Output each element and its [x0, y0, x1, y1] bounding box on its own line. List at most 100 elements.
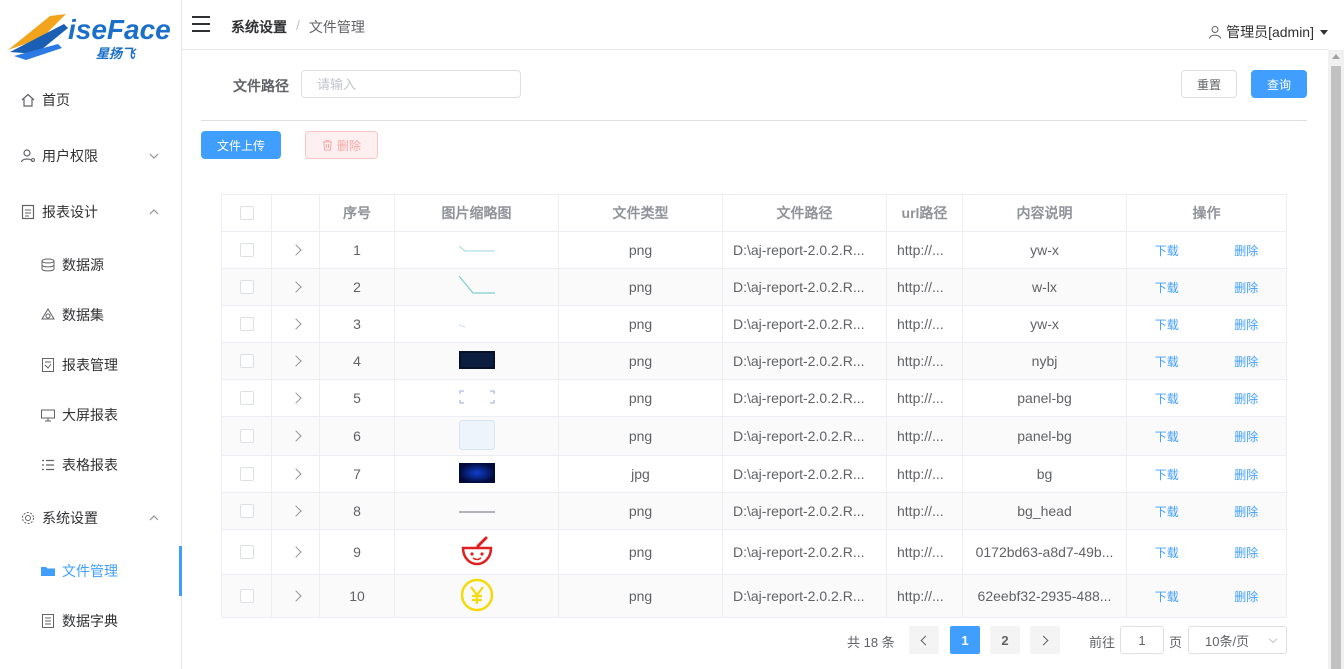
select-all-checkbox[interactable] — [239, 206, 254, 220]
table-row: 4 png D:\aj-report-2.0.2.R... http://... nyb… — [222, 343, 1286, 380]
scroll-up-icon[interactable] — [1332, 54, 1340, 59]
sidebar-item-data-dictionary[interactable]: 数据字典 — [0, 596, 182, 646]
description-cell: panel-bg — [963, 380, 1127, 416]
report-manage-icon — [40, 357, 56, 373]
file-path-input[interactable] — [301, 70, 521, 98]
chevron-right-icon[interactable] — [289, 244, 302, 256]
sidebar-item-home[interactable]: 首页 — [0, 75, 182, 125]
chevron-right-icon[interactable] — [289, 590, 302, 602]
delete-link[interactable]: 删除 — [1234, 466, 1258, 483]
download-link[interactable]: 下载 — [1155, 588, 1179, 605]
thumbnail-image[interactable] — [458, 350, 495, 372]
url-path: http://... — [897, 503, 944, 519]
sidebar-item-datasource[interactable]: 数据源 — [0, 240, 182, 290]
page-size-value: 10条/页 — [1205, 633, 1250, 649]
sidebar-item-big-screen[interactable]: 大屏报表 — [0, 390, 182, 440]
sidebar-item-report-design[interactable]: 报表设计 — [0, 187, 182, 237]
row-checkbox[interactable] — [239, 391, 254, 405]
thumbnail-image[interactable] — [458, 462, 495, 486]
sidebar-item-report-manage[interactable]: 报表管理 — [0, 340, 182, 390]
table-row: 7 jpg D:\aj-report-2.0.2.R... http://... bg 下… — [222, 456, 1286, 493]
description-cell: panel-bg — [963, 417, 1127, 455]
delete-link[interactable]: 删除 — [1234, 242, 1258, 259]
row-checkbox[interactable] — [239, 354, 254, 368]
thumbnail-image[interactable] — [460, 536, 494, 569]
brand-logo[interactable]: iseFace 星扬飞 — [6, 8, 176, 64]
row-checkbox[interactable] — [239, 317, 254, 331]
chevron-right-icon[interactable] — [289, 505, 302, 517]
row-select-cell — [222, 417, 272, 455]
row-checkbox[interactable] — [239, 467, 254, 481]
url-path-cell: http://... — [887, 456, 963, 492]
row-expand-cell — [272, 456, 320, 492]
description: 0172bd63-a8d7-49b... — [975, 544, 1114, 560]
delete-link[interactable]: 删除 — [1234, 544, 1258, 561]
query-button[interactable]: 查询 — [1251, 70, 1307, 98]
delete-link[interactable]: 删除 — [1234, 316, 1258, 333]
chevron-right-icon[interactable] — [289, 468, 302, 480]
download-link[interactable]: 下载 — [1155, 466, 1179, 483]
upload-button[interactable]: 文件上传 — [201, 131, 281, 159]
next-page-button[interactable] — [1030, 626, 1060, 654]
page-button[interactable]: 2 — [990, 626, 1020, 654]
delete-link[interactable]: 删除 — [1234, 390, 1258, 407]
sidebar-item-table-report[interactable]: 表格报表 — [0, 440, 182, 490]
user-menu[interactable]: 管理员[admin] — [1208, 22, 1328, 42]
thumbnail-image[interactable] — [458, 419, 495, 453]
download-link[interactable]: 下载 — [1155, 242, 1179, 259]
page-button[interactable]: 1 — [950, 626, 980, 654]
batch-delete-button[interactable]: 删除 — [305, 131, 378, 159]
thumbnail-image[interactable] — [460, 578, 494, 615]
thumbnail-image[interactable] — [458, 275, 495, 300]
sidebar-item-label: 系统设置 — [42, 510, 98, 526]
sidebar-item-system-settings[interactable]: 系统设置 — [0, 493, 182, 543]
download-link[interactable]: 下载 — [1155, 544, 1179, 561]
chevron-right-icon[interactable] — [289, 318, 302, 330]
vertical-scrollbar[interactable] — [1328, 50, 1344, 669]
row-checkbox[interactable] — [239, 243, 254, 257]
thumbnail-image[interactable] — [458, 316, 495, 332]
thumbnail-image[interactable] — [459, 390, 495, 407]
download-link[interactable]: 下载 — [1155, 390, 1179, 407]
sidebar-item-dataset[interactable]: 数据集 — [0, 290, 182, 340]
thumbnail-image[interactable] — [458, 242, 495, 258]
delete-link[interactable]: 删除 — [1234, 279, 1258, 296]
page-size-select[interactable]: 10条/页 — [1188, 626, 1287, 654]
row-checkbox[interactable] — [239, 280, 254, 294]
prev-page-button[interactable] — [909, 626, 939, 654]
download-link[interactable]: 下载 — [1155, 503, 1179, 520]
delete-link[interactable]: 删除 — [1234, 428, 1258, 445]
breadcrumb-item[interactable]: 系统设置 — [231, 17, 287, 37]
row-index: 4 — [320, 343, 395, 379]
row-checkbox[interactable] — [239, 504, 254, 518]
row-checkbox[interactable] — [239, 429, 254, 443]
hamburger-menu-icon[interactable] — [192, 16, 210, 32]
url-path: http://... — [897, 588, 944, 604]
download-link[interactable]: 下载 — [1155, 353, 1179, 370]
delete-link[interactable]: 删除 — [1234, 353, 1258, 370]
row-checkbox[interactable] — [239, 589, 254, 603]
sidebar-item-file-management[interactable]: 文件管理 — [0, 546, 182, 596]
url-path-cell: http://... — [887, 575, 963, 617]
row-checkbox[interactable] — [239, 545, 254, 559]
delete-link[interactable]: 删除 — [1234, 588, 1258, 605]
delete-link[interactable]: 删除 — [1234, 503, 1258, 520]
scrollbar-thumb[interactable] — [1331, 66, 1341, 669]
file-type: png — [559, 380, 723, 416]
sidebar-item-user-permissions[interactable]: 用户权限 — [0, 131, 182, 181]
chevron-right-icon[interactable] — [289, 392, 302, 404]
row-index: 8 — [320, 493, 395, 529]
thumbnail-image[interactable] — [458, 503, 495, 519]
goto-page-input[interactable] — [1120, 626, 1164, 654]
description-cell: bg_head — [963, 493, 1127, 529]
file-path-cell: D:\aj-report-2.0.2.R... — [723, 343, 887, 379]
column-header: 文件类型 — [559, 195, 723, 231]
download-link[interactable]: 下载 — [1155, 279, 1179, 296]
chevron-right-icon[interactable] — [289, 546, 302, 558]
reset-button[interactable]: 重置 — [1181, 70, 1237, 98]
chevron-right-icon[interactable] — [289, 281, 302, 293]
chevron-right-icon[interactable] — [289, 355, 302, 367]
chevron-right-icon[interactable] — [289, 430, 302, 442]
download-link[interactable]: 下载 — [1155, 428, 1179, 445]
download-link[interactable]: 下载 — [1155, 316, 1179, 333]
